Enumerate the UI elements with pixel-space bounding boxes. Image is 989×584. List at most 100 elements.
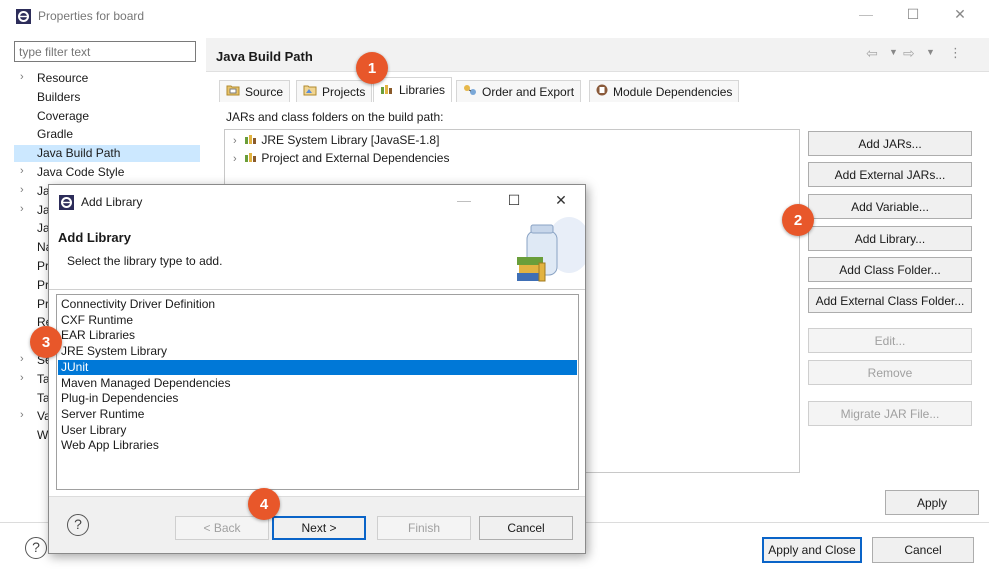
tab-order-and-export[interactable]: Order and Export	[456, 80, 582, 102]
dialog-cancel-button[interactable]: Cancel	[479, 516, 573, 540]
step-badge-3: 3	[30, 326, 62, 358]
maximize-icon[interactable]: ☐	[898, 6, 928, 23]
step-badge-4: 4	[248, 488, 280, 520]
libraries-icon	[380, 83, 394, 98]
tab-libraries[interactable]: Libraries	[373, 77, 453, 102]
dialog-heading: Add Library	[58, 230, 131, 245]
library-icon	[244, 152, 258, 166]
step-badge-1: 1	[356, 52, 388, 84]
library-type-item[interactable]: JRE System Library	[58, 344, 577, 359]
migrate-jar-button[interactable]: Migrate JAR File...	[808, 401, 972, 426]
apply-button[interactable]: Apply	[885, 490, 979, 515]
dialog-header-divider	[49, 289, 585, 290]
sidebar-item-label: Resource	[37, 71, 89, 85]
tree-row-label: Project and External Dependencies	[261, 151, 450, 165]
library-type-item[interactable]: CXF Runtime	[58, 313, 577, 328]
tree-row[interactable]: › Project and External Dependencies	[233, 151, 449, 166]
library-type-item[interactable]: Maven Managed Dependencies	[58, 376, 577, 391]
page-header: Java Build Path ⇦ ▼ ⇨ ▼ ⋮	[206, 38, 989, 72]
finish-button[interactable]: Finish	[377, 516, 471, 540]
sidebar-item-label: Coverage	[37, 108, 90, 123]
tab-projects-label: Projects	[322, 84, 366, 99]
project-folder-icon	[303, 84, 317, 99]
order-export-icon	[463, 84, 477, 99]
dialog-description: Select the library type to add.	[67, 254, 223, 268]
next-button[interactable]: Next >	[272, 516, 366, 540]
expand-arrow-icon[interactable]: ›	[20, 165, 24, 177]
sidebar-item[interactable]: Gradle	[14, 126, 200, 143]
back-button[interactable]: < Back	[175, 516, 269, 540]
page-title: Java Build Path	[216, 49, 313, 64]
dialog-button-bar: ? < Back Next > Finish Cancel	[49, 496, 585, 553]
dialog-help-icon[interactable]: ?	[67, 514, 89, 536]
library-type-item[interactable]: Connectivity Driver Definition	[58, 297, 577, 312]
tab-source-label: Source	[245, 84, 284, 99]
tab-module-dependencies-label: Module Dependencies	[613, 84, 733, 99]
tab-order-export-label: Order and Export	[482, 84, 575, 99]
sidebar-item-label: Java Code Style	[37, 165, 125, 179]
sidebar-item-label: Java Build Path	[37, 146, 121, 161]
back-menu-icon[interactable]: ▼	[889, 47, 898, 57]
library-jar-icon	[509, 217, 591, 287]
add-external-jars-button[interactable]: Add External JARs...	[808, 162, 972, 187]
dialog-minimize-icon[interactable]: —	[449, 192, 479, 208]
view-menu-icon[interactable]: ⋮	[949, 45, 962, 61]
remove-button[interactable]: Remove	[808, 360, 972, 385]
cancel-button[interactable]: Cancel	[872, 537, 974, 563]
add-class-folder-button[interactable]: Add Class Folder...	[808, 257, 972, 282]
tab-source[interactable]: Source	[219, 80, 291, 102]
tab-module-dependencies[interactable]: Module Dependencies	[589, 80, 740, 102]
close-icon[interactable]: ✕	[945, 6, 975, 23]
window-title: Properties for board	[38, 9, 145, 23]
expand-arrow-icon[interactable]: ›	[20, 372, 24, 384]
sidebar-item[interactable]: Coverage	[14, 108, 200, 125]
expand-arrow-icon[interactable]: ›	[20, 409, 24, 421]
edit-button[interactable]: Edit...	[808, 328, 972, 353]
filter-input[interactable]	[14, 41, 196, 62]
expand-arrow-icon[interactable]: ›	[20, 184, 24, 196]
add-variable-button[interactable]: Add Variable...	[808, 194, 972, 219]
sidebar-item[interactable]: Java Build Path	[14, 145, 200, 163]
dialog-maximize-icon[interactable]: ☐	[499, 192, 529, 209]
expand-arrow-icon[interactable]: ›	[20, 353, 24, 365]
apply-and-close-button[interactable]: Apply and Close	[762, 537, 862, 563]
sidebar-item[interactable]: › Resource	[14, 70, 200, 87]
expand-arrow-icon[interactable]: ›	[20, 203, 24, 215]
back-nav-icon[interactable]: ⇦	[866, 45, 878, 62]
library-type-item[interactable]: JUnit	[58, 359, 577, 375]
eclipse-icon	[59, 195, 74, 210]
expand-arrow-icon[interactable]: ›	[233, 135, 237, 147]
library-icon	[244, 134, 258, 148]
forward-nav-icon[interactable]: ⇨	[903, 45, 915, 62]
dialog-close-icon[interactable]: ✕	[546, 192, 576, 209]
expand-arrow-icon[interactable]: ›	[20, 71, 24, 83]
sidebar-item-label: W	[37, 428, 49, 443]
help-icon[interactable]: ?	[25, 537, 47, 559]
source-folder-icon	[226, 84, 240, 99]
sidebar-item-label: Builders	[37, 89, 81, 104]
library-type-item[interactable]: User Library	[58, 423, 577, 438]
build-path-label: JARs and class folders on the build path…	[226, 110, 444, 124]
expand-arrow-icon[interactable]: ›	[233, 153, 237, 165]
library-type-item[interactable]: Server Runtime	[58, 407, 577, 422]
add-external-class-folder-button[interactable]: Add External Class Folder...	[808, 288, 972, 313]
sidebar-item-label: Gradle	[37, 127, 74, 142]
add-jars-button[interactable]: Add JARs...	[808, 131, 972, 156]
dialog-title: Add Library	[81, 195, 143, 209]
tree-row[interactable]: › JRE System Library [JavaSE-1.8]	[233, 133, 439, 148]
tree-row-label: JRE System Library [JavaSE-1.8]	[261, 133, 440, 147]
library-type-item[interactable]: EAR Libraries	[58, 328, 577, 343]
tab-projects[interactable]: Projects	[296, 80, 373, 102]
library-type-item[interactable]: Web App Libraries	[58, 438, 577, 453]
minimize-icon[interactable]: —	[851, 6, 881, 22]
tab-libraries-label: Libraries	[399, 83, 446, 97]
sidebar-item[interactable]: Builders	[14, 89, 200, 106]
add-library-dialog: Add Library — ☐ ✕ Add Library Select the…	[48, 184, 591, 554]
library-type-item[interactable]: Plug-in Dependencies	[58, 391, 577, 406]
step-badge-2: 2	[782, 204, 814, 236]
window-title-bar: Properties for board — ☐ ✕	[0, 0, 989, 32]
eclipse-icon	[16, 9, 31, 24]
forward-menu-icon[interactable]: ▼	[926, 47, 935, 57]
add-library-button[interactable]: Add Library...	[808, 226, 972, 251]
sidebar-item[interactable]: › Java Code Style	[14, 164, 200, 181]
